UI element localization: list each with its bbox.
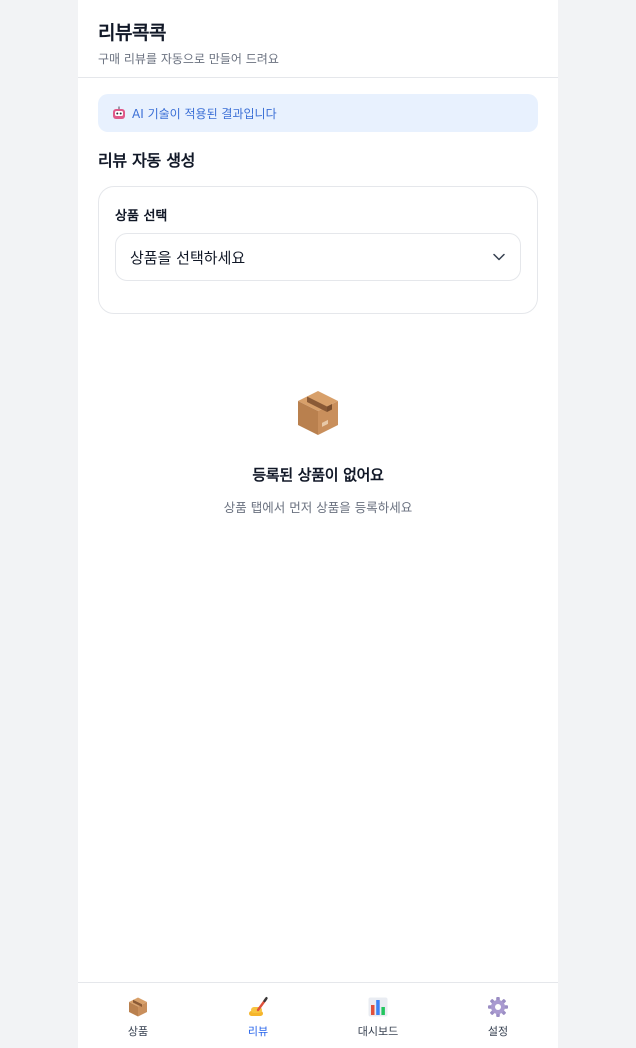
robot-icon <box>113 106 125 119</box>
ai-notice-text: AI 기술이 적용된 결과입니다 <box>132 106 277 121</box>
empty-state-description: 상품 탭에서 먼저 상품을 등록하세요 <box>223 500 413 515</box>
gear-icon <box>488 997 508 1017</box>
app-title: 리뷰콕콕 <box>98 22 166 44</box>
tab-settings[interactable]: 설정 <box>438 983 558 1048</box>
app-subtitle: 구매 리뷰를 자동으로 만들어 드려요 <box>98 52 279 66</box>
package-icon <box>129 997 147 1017</box>
bottom-tab-bar: 상품 리뷰 대시보드 설정 <box>78 982 558 1048</box>
tab-settings-label: 설정 <box>487 1025 509 1038</box>
app-container: 리뷰콕콕 구매 리뷰를 자동으로 만들어 드려요 AI 기술이 적용된 결과입니… <box>78 0 558 1048</box>
tab-products-label: 상품 <box>127 1025 149 1038</box>
tab-products[interactable]: 상품 <box>78 983 198 1048</box>
tab-reviews-label: 리뷰 <box>247 1025 269 1038</box>
product-select-dropdown[interactable]: 상품을 선택하세요 <box>115 233 521 281</box>
empty-state: 등록된 상품이 없어요 상품 탭에서 먼저 상품을 등록하세요 <box>98 388 538 516</box>
product-select-label: 상품 선택 <box>115 209 168 224</box>
writing-hand-icon <box>249 997 268 1016</box>
package-icon <box>298 391 338 435</box>
tab-reviews[interactable]: 리뷰 <box>198 983 318 1048</box>
tab-dashboard[interactable]: 대시보드 <box>318 983 438 1048</box>
main-content: AI 기술이 적용된 결과입니다 리뷰 자동 생성 상품 선택 상품을 선택하세… <box>78 78 558 516</box>
section-title: 리뷰 자동 생성 <box>98 151 196 170</box>
product-select-card: 상품 선택 상품을 선택하세요 <box>98 186 538 314</box>
ai-notice-banner: AI 기술이 적용된 결과입니다 <box>98 94 538 132</box>
header: 리뷰콕콕 구매 리뷰를 자동으로 만들어 드려요 <box>78 0 558 78</box>
tab-dashboard-label: 대시보드 <box>357 1025 399 1038</box>
bar-chart-icon <box>368 997 388 1017</box>
chevron-down-icon <box>493 253 505 261</box>
product-select-value: 상품을 선택하세요 <box>130 248 246 267</box>
empty-state-title: 등록된 상품이 없어요 <box>252 466 384 484</box>
